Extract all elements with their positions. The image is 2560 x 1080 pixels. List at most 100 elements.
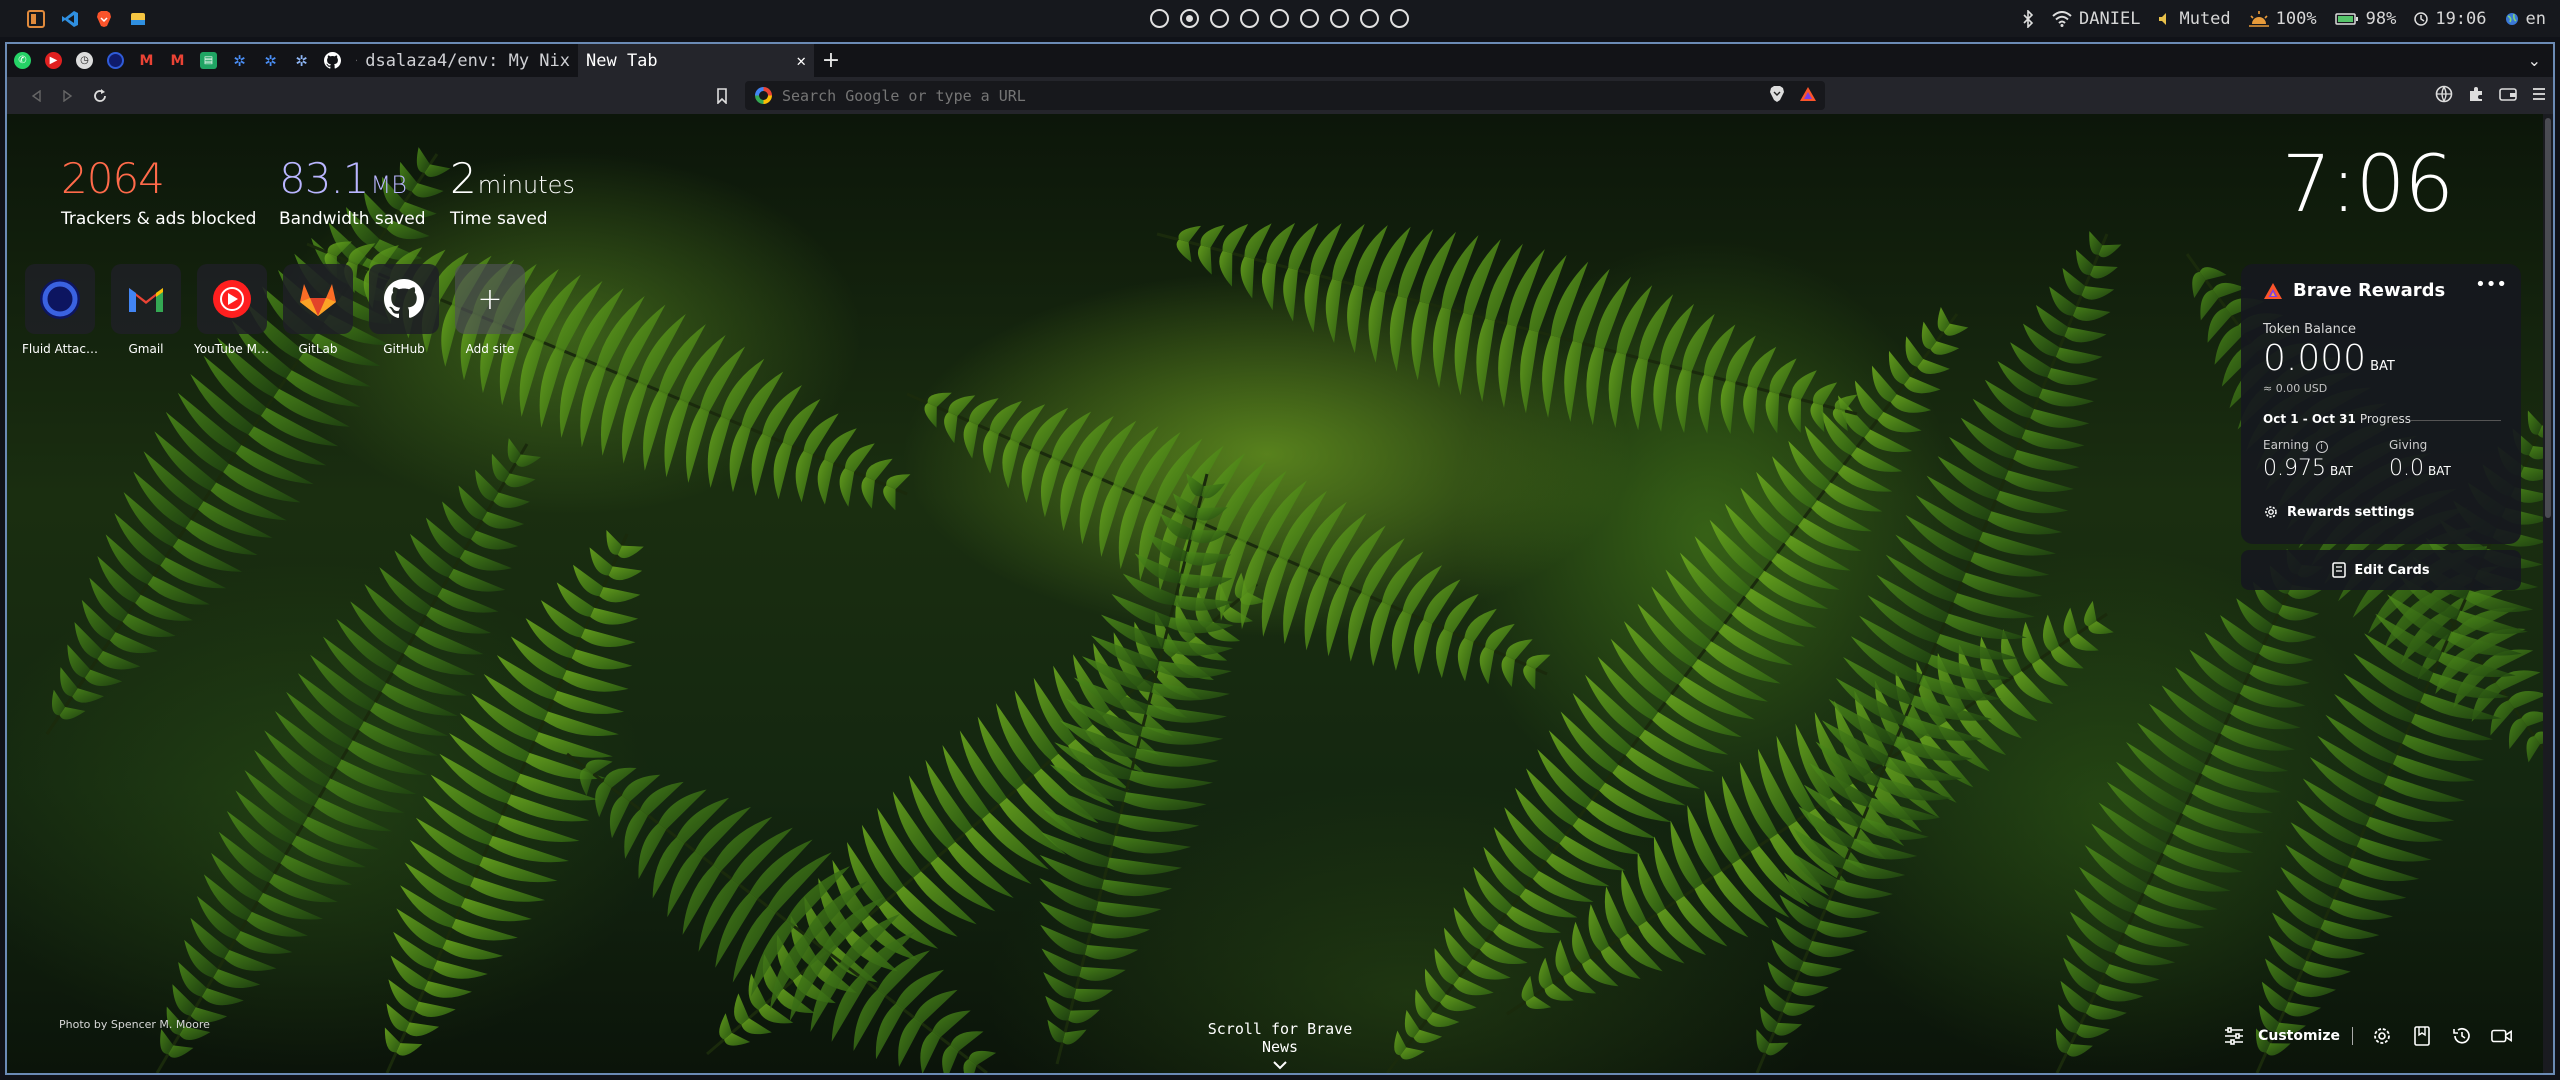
- clock-indicator[interactable]: 19:06: [2414, 9, 2487, 29]
- workspace-4[interactable]: [1240, 9, 1259, 28]
- more-dots-icon: •••: [2475, 274, 2507, 295]
- reload-button[interactable]: [85, 77, 115, 114]
- back-button[interactable]: [21, 77, 51, 114]
- system-bar-launchers: [0, 0, 148, 37]
- photo-credit[interactable]: Photo by Spencer M. Moore: [59, 1018, 210, 1031]
- add-site-button[interactable]: + Add site: [455, 264, 525, 356]
- earning-amount: 0.975 BAT: [2263, 456, 2353, 481]
- volume-label: Muted: [2179, 8, 2231, 29]
- forward-button[interactable]: [53, 77, 83, 114]
- rewards-settings-link[interactable]: Rewards settings: [2263, 504, 2414, 520]
- brightness-value: 100%: [2275, 8, 2317, 29]
- hamburger-menu-icon: [2533, 88, 2545, 100]
- page-scrollbar[interactable]: [2543, 114, 2553, 1073]
- pinned-tab-gmail-1[interactable]: M: [131, 44, 162, 77]
- bluetooth-icon: [2023, 9, 2034, 28]
- address-input[interactable]: [782, 86, 1742, 105]
- history-button[interactable]: [2451, 1025, 2473, 1047]
- vpn-button[interactable]: [2435, 85, 2453, 107]
- workspace-9[interactable]: [1390, 9, 1409, 28]
- rewards-more-button[interactable]: •••: [2475, 274, 2507, 295]
- extensions-button[interactable]: [2467, 85, 2485, 107]
- tab-new-tab[interactable]: New Tab ✕: [578, 44, 814, 77]
- edit-cards-label: Edit Cards: [2354, 562, 2430, 578]
- gear-app-icon: ✲: [233, 51, 246, 70]
- wifi-indicator[interactable]: DANIEL: [2052, 9, 2140, 29]
- tab-title: New Tab: [586, 50, 658, 71]
- wallet-icon: [2499, 87, 2517, 101]
- scrollbar-thumb[interactable]: [2545, 118, 2551, 518]
- gear-icon: [2374, 1028, 2390, 1044]
- brave-rewards-card: Brave Rewards ••• Token Balance 0.000 BA…: [2241, 264, 2521, 544]
- files-icon[interactable]: [26, 9, 46, 29]
- volume-indicator[interactable]: Muted: [2158, 8, 2231, 29]
- giving-currency: BAT: [2428, 464, 2451, 478]
- top-site-github[interactable]: GitHub: [369, 264, 439, 356]
- top-site-tile: [111, 264, 181, 334]
- pinned-tab-whatsapp[interactable]: ✆: [7, 44, 38, 77]
- cards-icon: [2332, 562, 2347, 578]
- main-menu-button[interactable]: [2531, 86, 2547, 105]
- pinned-tab-jira-1[interactable]: ✲: [224, 44, 255, 77]
- battery-indicator[interactable]: 98%: [2334, 9, 2396, 29]
- tab-github-env[interactable]: dsalaza4/env: My Nix: [348, 44, 578, 77]
- period-range: Oct 1 - Oct 31: [2263, 412, 2356, 426]
- toolbar-actions: [2435, 77, 2547, 114]
- workspace-8[interactable]: [1360, 9, 1379, 28]
- pinned-tab-jira-2[interactable]: ✲: [255, 44, 286, 77]
- close-tab-icon[interactable]: ✕: [796, 51, 806, 70]
- giving-label: Giving: [2389, 438, 2428, 452]
- drive-icon[interactable]: [128, 9, 148, 29]
- workspace-1[interactable]: [1150, 9, 1169, 28]
- workspace-3[interactable]: [1210, 9, 1229, 28]
- brave-icon[interactable]: [94, 9, 114, 29]
- pinned-tab-jira-3[interactable]: ✲: [286, 44, 317, 77]
- address-bar[interactable]: [745, 81, 1825, 110]
- brightness-indicator[interactable]: 100%: [2248, 8, 2317, 29]
- pinned-tab-gmail-2[interactable]: M: [162, 44, 193, 77]
- brave-news-prompt[interactable]: Scroll for Brave News: [1187, 1020, 1373, 1070]
- top-site-youtube-music[interactable]: YouTube Mu...: [194, 264, 270, 356]
- workspace-5[interactable]: [1270, 9, 1289, 28]
- bluetooth-indicator[interactable]: [2022, 9, 2034, 28]
- top-site-fluid-attacks[interactable]: Fluid Attacks: [22, 264, 98, 356]
- brave-talk-button[interactable]: [2491, 1025, 2513, 1047]
- brave-shields-button[interactable]: [1769, 85, 1785, 107]
- gear-icon: [2265, 506, 2277, 518]
- workspace-2[interactable]: [1180, 9, 1199, 28]
- language-indicator[interactable]: en: [2505, 9, 2546, 29]
- bookmarks-icon: [2414, 1026, 2430, 1046]
- browser-window: ✆ ▶ ◷ M M ▤ ✲ ✲ ✲ dsalaza4/env: My Nix N…: [5, 42, 2555, 1075]
- top-site-name: Fluid Attacks: [22, 342, 98, 356]
- clock-app-icon: ◷: [76, 52, 93, 69]
- edit-cards-button[interactable]: Edit Cards: [2241, 550, 2521, 590]
- bookmark-button[interactable]: [707, 77, 737, 114]
- rewards-period: Oct 1 - Oct 31 Progress: [2263, 412, 2411, 426]
- top-site-gitlab[interactable]: GitLab: [283, 264, 353, 356]
- address-bar-actions: [1769, 81, 1817, 110]
- chat-icon: ▤: [200, 52, 217, 69]
- pinned-tab-chat[interactable]: ▤: [193, 44, 224, 77]
- vscode-icon[interactable]: [60, 9, 80, 29]
- pinned-tab-youtube-music[interactable]: ▶: [38, 44, 69, 77]
- gitlab-icon: [300, 284, 336, 316]
- tab-search-button[interactable]: ⌄: [2528, 44, 2541, 77]
- pinned-tab-fluid-attacks[interactable]: [100, 44, 131, 77]
- puzzle-icon: [2470, 86, 2482, 101]
- workspace-7[interactable]: [1330, 9, 1349, 28]
- info-icon[interactable]: i: [2315, 441, 2328, 453]
- workspace-6[interactable]: [1300, 9, 1319, 28]
- brave-rewards-button[interactable]: [1799, 86, 1817, 106]
- bookmarks-button[interactable]: [2411, 1025, 2433, 1047]
- stat-bandwidth-saved: 83.1MB Bandwidth saved: [279, 154, 426, 229]
- settings-button[interactable]: [2371, 1025, 2393, 1047]
- top-site-gmail[interactable]: Gmail: [111, 264, 181, 356]
- time-unit: minutes: [477, 171, 575, 199]
- new-tab-button[interactable]: +: [814, 44, 848, 77]
- pinned-tab-clock[interactable]: ◷: [69, 44, 100, 77]
- pinned-tab-github[interactable]: [317, 44, 348, 77]
- wallet-button[interactable]: [2499, 86, 2517, 106]
- brave-shield-icon: [1770, 85, 1784, 102]
- user-name: DANIEL: [2079, 8, 2141, 29]
- customize-button[interactable]: Customize: [2224, 1027, 2353, 1045]
